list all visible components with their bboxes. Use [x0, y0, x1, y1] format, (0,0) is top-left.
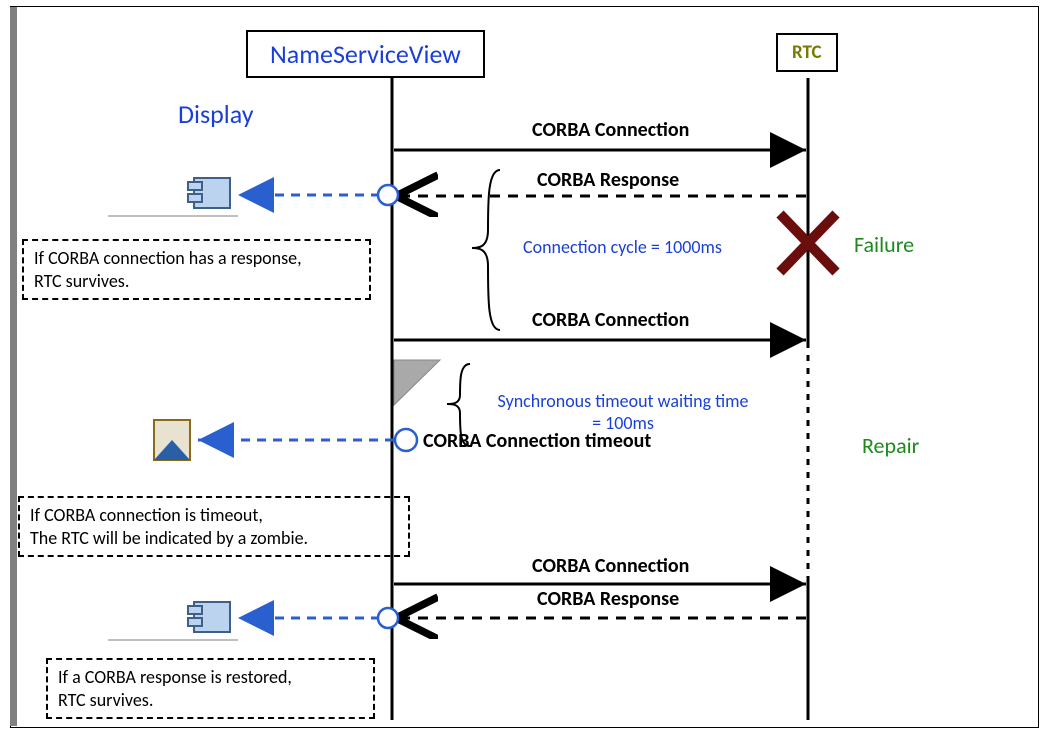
component-icon-3	[108, 602, 238, 640]
endpoint-circle-3	[378, 608, 398, 628]
diagram-svg	[0, 0, 1045, 734]
endpoint-circle-1	[378, 185, 398, 205]
zombie-icon	[154, 420, 190, 460]
timeout-triangle-icon	[394, 360, 440, 405]
component-icon-1	[108, 178, 238, 216]
brace-cycle	[472, 170, 500, 330]
endpoint-circle-2	[395, 429, 417, 451]
brace-sync-timeout	[447, 364, 470, 446]
